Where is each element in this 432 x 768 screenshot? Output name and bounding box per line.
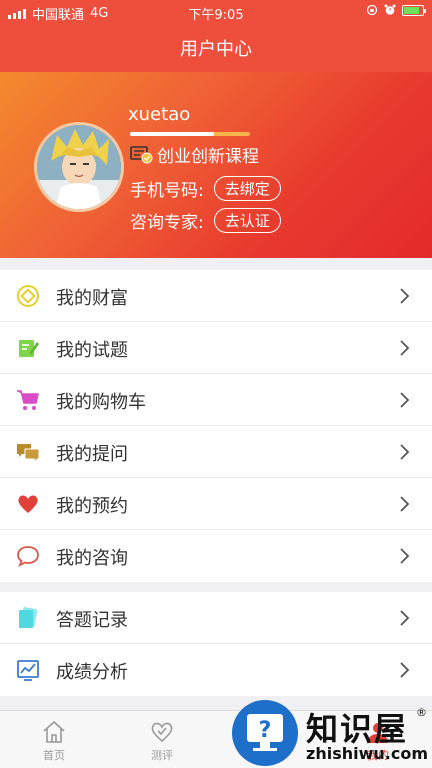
bind-phone-button[interactable]: 去绑定 bbox=[213, 176, 281, 201]
course-name: 创业创新课程 bbox=[157, 147, 259, 167]
menu-item-label: 我的提问 bbox=[56, 444, 128, 465]
chevron-right-icon bbox=[400, 662, 410, 678]
avatar[interactable] bbox=[34, 122, 124, 212]
menu-item-answer-records[interactable]: 答题记录 bbox=[0, 592, 432, 644]
menu-group-analysis: 答题记录 成绩分析 bbox=[0, 592, 432, 696]
chevron-right-icon bbox=[400, 610, 410, 626]
page-title: 用户中心 bbox=[180, 39, 252, 60]
watermark-question-icon: ? bbox=[232, 700, 298, 766]
watermark-brand-en: zhishiwu.com bbox=[306, 744, 428, 763]
tab-label: 测评 bbox=[151, 749, 173, 762]
menu-item-label: 我的财富 bbox=[56, 288, 128, 309]
rotation-lock-icon bbox=[366, 4, 378, 16]
certify-expert-button[interactable]: 去认证 bbox=[213, 208, 281, 233]
svg-text:?: ? bbox=[259, 718, 272, 743]
menu-item-label: 我的试题 bbox=[56, 340, 128, 361]
menu-item-label: 我的咨询 bbox=[56, 548, 128, 569]
heart-icon bbox=[18, 495, 38, 513]
course-row[interactable]: 创业创新课程 bbox=[130, 142, 259, 167]
coin-icon bbox=[17, 285, 39, 307]
record-cards-icon bbox=[19, 607, 38, 628]
menu-item-consult[interactable]: 我的咨询 bbox=[0, 530, 432, 582]
cart-icon bbox=[17, 390, 39, 410]
menu-item-appointment[interactable]: 我的预约 bbox=[0, 478, 432, 530]
watermark-registered: ® bbox=[416, 706, 427, 719]
menu-item-score-analysis[interactable]: 成绩分析 bbox=[0, 644, 432, 696]
level-progress-bar bbox=[130, 132, 250, 136]
watermark-logo: ? 知识屋 ® zhishiwu.com bbox=[232, 700, 432, 768]
menu-item-label: 成绩分析 bbox=[56, 662, 128, 683]
avatar-image bbox=[37, 125, 121, 209]
menu-group-main: 我的财富 我的试题 我的购物车 我的提问 我的预约 我的咨询 bbox=[0, 270, 432, 582]
username: xuetao bbox=[128, 104, 191, 125]
menu-item-cart[interactable]: 我的购物车 bbox=[0, 374, 432, 426]
course-badge-icon bbox=[130, 145, 153, 163]
menu-item-label: 答题记录 bbox=[56, 610, 128, 631]
status-bar: 中国联通 4G 下午9:05 bbox=[0, 0, 432, 24]
chevron-right-icon bbox=[400, 444, 410, 460]
chevron-right-icon bbox=[400, 392, 410, 408]
menu-item-label: 我的购物车 bbox=[56, 392, 146, 413]
chat-bubbles-icon bbox=[17, 444, 40, 464]
phone-label: 手机号码: bbox=[130, 181, 204, 201]
heart-outline-icon bbox=[151, 722, 173, 743]
menu-item-wealth[interactable]: 我的财富 bbox=[0, 270, 432, 322]
chevron-right-icon bbox=[400, 496, 410, 512]
expert-row: 咨询专家: 去认证 bbox=[130, 208, 281, 233]
phone-row: 手机号码: 去绑定 bbox=[130, 176, 281, 201]
menu-item-asks[interactable]: 我的提问 bbox=[0, 426, 432, 478]
alarm-icon bbox=[384, 4, 396, 15]
tab-home[interactable]: 首页 bbox=[0, 711, 108, 768]
tab-label: 首页 bbox=[43, 749, 65, 762]
level-progress-fill bbox=[130, 132, 214, 136]
menu-item-questions[interactable]: 我的试题 bbox=[0, 322, 432, 374]
chevron-right-icon bbox=[400, 288, 410, 304]
speech-bubble-icon bbox=[17, 546, 39, 567]
chevron-right-icon bbox=[400, 548, 410, 564]
expert-label: 咨询专家: bbox=[130, 213, 204, 233]
tab-evaluation[interactable]: 测评 bbox=[108, 711, 216, 768]
home-icon bbox=[43, 720, 65, 743]
chart-analysis-icon bbox=[17, 660, 39, 681]
battery-icon bbox=[402, 4, 426, 16]
chevron-right-icon bbox=[400, 340, 410, 356]
navbar: 用户中心 bbox=[0, 24, 432, 72]
edit-note-icon bbox=[19, 340, 39, 357]
menu-item-label: 我的预约 bbox=[56, 496, 128, 517]
profile-header: xuetao 创业创新课程 手机号码: 去绑定 咨询专家: 去认证 bbox=[0, 72, 432, 258]
